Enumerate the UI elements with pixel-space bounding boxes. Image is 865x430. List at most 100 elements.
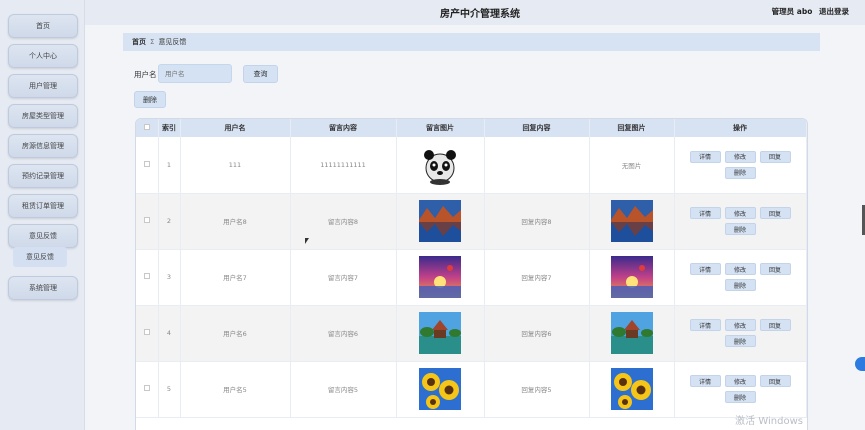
edit-button[interactable]: 修改 — [724, 263, 756, 275]
col-header-index: 索引 — [158, 119, 181, 137]
panda-image — [419, 143, 461, 186]
delete-button[interactable]: 删除 — [724, 223, 756, 235]
row-message: 留言内容6 — [290, 305, 397, 362]
sunset-image — [610, 256, 653, 298]
sidebar-item-listings[interactable]: 房源信息管理 — [8, 134, 78, 158]
detail-button[interactable]: 详情 — [689, 150, 721, 163]
pavilion-image — [610, 312, 653, 354]
row-no-reply-image: 无图片 — [589, 137, 675, 194]
row-reply-image[interactable] — [589, 193, 675, 250]
sidebar-item-appointments[interactable]: 预约记录管理 — [8, 164, 78, 188]
sunflower-image — [610, 368, 653, 410]
row-actions: 详情 修改 回复 删除 — [674, 193, 807, 250]
sunset-image — [419, 256, 461, 298]
col-header-actions: 操作 — [674, 119, 807, 137]
sunflower-image — [419, 368, 461, 410]
row-index: 5 — [158, 361, 181, 418]
row-index: 2 — [158, 193, 181, 250]
search-label: 用户名 — [134, 70, 157, 79]
query-button[interactable]: 查询 — [243, 65, 278, 83]
table-row: 2 用户名8 留言内容8 回复内容8 详情 修改 回复 删除 — [136, 193, 807, 250]
row-message: 11111111111 — [290, 137, 397, 194]
col-header-reply: 回复内容 — [484, 119, 590, 137]
table-row: 4 用户名6 留言内容6 回复内容6 详情 修改 回复 删除 — [136, 305, 807, 362]
sidebar-subitem-feedback[interactable]: 意见反馈 — [13, 247, 67, 267]
row-reply: 回复内容6 — [484, 305, 590, 362]
logout-link[interactable]: 退出登录 — [819, 7, 849, 16]
row-checkbox[interactable] — [136, 137, 159, 194]
row-message-image[interactable] — [396, 249, 485, 306]
row-index: 1 — [158, 137, 181, 194]
row-username: 111 — [180, 137, 291, 194]
row-checkbox[interactable] — [136, 361, 159, 418]
row-checkbox[interactable] — [136, 305, 159, 362]
row-reply-image[interactable] — [589, 249, 675, 306]
row-reply-image[interactable] — [589, 305, 675, 362]
row-actions: 详情 修改 回复 删除 — [674, 249, 807, 306]
select-all-checkbox[interactable] — [136, 119, 159, 137]
edit-button[interactable]: 修改 — [724, 207, 756, 219]
top-header: 房产中介管理系统 管理员 abo 退出登录 — [85, 0, 865, 25]
reply-button[interactable]: 回复 — [759, 207, 791, 219]
row-checkbox[interactable] — [136, 193, 159, 250]
reply-button[interactable]: 回复 — [759, 375, 791, 387]
delete-button[interactable]: 删除 — [724, 335, 756, 347]
edit-button[interactable]: 修改 — [724, 319, 756, 331]
lake-image — [419, 200, 461, 242]
sidebar-item-orders[interactable]: 租赁订单管理 — [8, 194, 78, 218]
row-message-image[interactable] — [396, 193, 485, 250]
sidebar-item-feedback[interactable]: 意见反馈 — [8, 224, 78, 248]
row-actions: 详情 修改 回复 删除 — [674, 137, 807, 194]
username-search-input[interactable] — [158, 64, 232, 83]
row-index: 3 — [158, 249, 181, 306]
breadcrumb-home[interactable]: 首页 — [132, 37, 146, 47]
sidebar: 首页 个人中心 用户管理 房屋类型管理 房源信息管理 预约记录管理 租赁订单管理… — [0, 0, 85, 430]
pavilion-image — [419, 312, 461, 354]
lake-image — [610, 200, 653, 242]
row-checkbox[interactable] — [136, 249, 159, 306]
sidebar-item-profile[interactable]: 个人中心 — [8, 44, 78, 68]
row-reply: 回复内容7 — [484, 249, 590, 306]
feedback-table: 索引 用户名 留言内容 留言图片 回复内容 回复图片 操作 1 111 1111… — [135, 118, 808, 430]
sidebar-item-users[interactable]: 用户管理 — [8, 74, 78, 98]
row-username: 用户名6 — [180, 305, 291, 362]
col-header-message-image: 留言图片 — [396, 119, 485, 137]
detail-button[interactable]: 详情 — [689, 375, 721, 387]
row-reply-image[interactable] — [589, 361, 675, 418]
batch-delete-button[interactable]: 删除 — [134, 91, 166, 108]
table-row: 1 111 11111111111 无图片 详情 修改 回复 删除 — [136, 137, 807, 194]
user-name: 管理员 abo — [771, 7, 813, 16]
table-row: 3 用户名7 留言内容7 回复内容7 详情 修改 回复 删除 — [136, 249, 807, 306]
reply-button[interactable]: 回复 — [759, 263, 791, 275]
col-header-message: 留言内容 — [290, 119, 397, 137]
sidebar-item-house-types[interactable]: 房屋类型管理 — [8, 104, 78, 128]
row-message-image[interactable] — [396, 305, 485, 362]
edit-button[interactable]: 修改 — [724, 375, 756, 387]
mouse-cursor-icon — [305, 238, 309, 244]
delete-button[interactable]: 删除 — [724, 279, 756, 291]
delete-button[interactable]: 删除 — [724, 391, 756, 403]
table-row: 5 用户名5 留言内容5 回复内容5 详情 修改 回复 删除 — [136, 361, 807, 418]
detail-button[interactable]: 详情 — [689, 207, 721, 219]
delete-button[interactable]: 删除 — [724, 166, 756, 179]
col-header-reply-image: 回复图片 — [589, 119, 675, 137]
detail-button[interactable]: 详情 — [689, 263, 721, 275]
reply-button[interactable]: 回复 — [759, 319, 791, 331]
sidebar-item-system[interactable]: 系统管理 — [8, 276, 78, 300]
row-message: 留言内容5 — [290, 361, 397, 418]
row-username: 用户名7 — [180, 249, 291, 306]
row-message-image[interactable] — [396, 361, 485, 418]
breadcrumb-current: 意见反馈 — [158, 38, 187, 46]
edit-button[interactable]: 修改 — [724, 150, 756, 163]
reply-button[interactable]: 回复 — [759, 150, 791, 163]
col-header-username: 用户名 — [180, 119, 291, 137]
detail-button[interactable]: 详情 — [689, 319, 721, 331]
sidebar-item-home[interactable]: 首页 — [8, 14, 78, 38]
table-header-row: 索引 用户名 留言内容 留言图片 回复内容 回复图片 操作 — [136, 119, 807, 137]
row-actions: 详情 修改 回复 删除 — [674, 305, 807, 362]
row-username: 用户名8 — [180, 193, 291, 250]
row-message: 留言内容7 — [290, 249, 397, 306]
row-reply — [484, 137, 590, 194]
floating-collapse-button[interactable] — [855, 357, 865, 371]
row-message-image[interactable] — [396, 137, 485, 194]
